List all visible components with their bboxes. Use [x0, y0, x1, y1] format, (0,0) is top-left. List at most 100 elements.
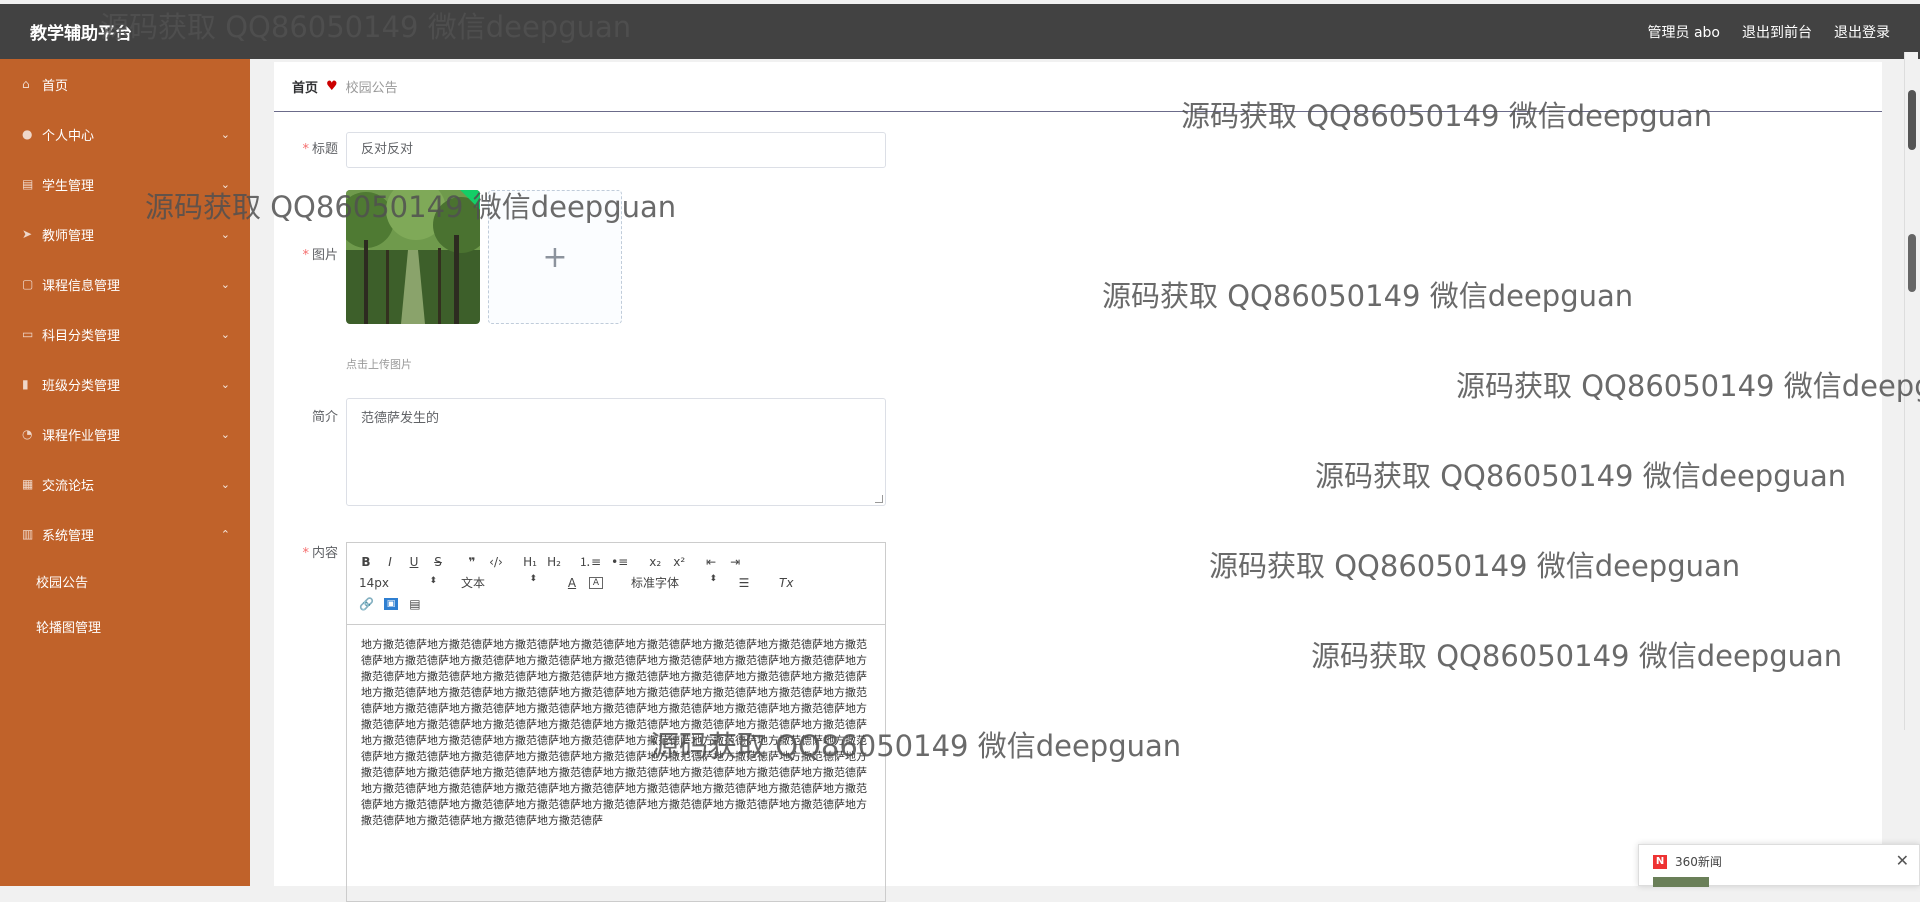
chevron-up-icon: ⌃ [220, 527, 230, 541]
plus-icon: + [542, 239, 568, 275]
editor-toolbar: B I U S ❞ ‹/› H₁ H₂ ⒈≡ •≡ x₂ x² ⇤ ⇥ 14px… [347, 543, 885, 625]
sidebar-item-subject-category[interactable]: ▭ 科目分类管理 ⌄ [0, 309, 250, 359]
tree-path-photo [346, 190, 480, 324]
blockquote-icon[interactable]: ❞ [465, 555, 479, 569]
news-logo-icon: N [1653, 855, 1667, 869]
required-mark: * [302, 142, 309, 157]
image-icon[interactable]: ▣ [383, 597, 398, 610]
superscript-icon[interactable]: x² [672, 555, 686, 569]
font-color-icon[interactable]: A [565, 576, 579, 590]
upload-image-button[interactable]: + [488, 190, 622, 324]
editor-content[interactable]: 地方撒范德萨地方撒范德萨地方撒范德萨地方撒范德萨地方撒范德萨地方撒范德萨地方撒范… [347, 625, 885, 841]
breadcrumb: 首页 ♥ 校园公告 [274, 62, 1882, 112]
sidebar-item-label: 系统管理 [42, 528, 95, 544]
italic-icon[interactable]: I [383, 555, 397, 569]
chevron-down-icon: ⌄ [220, 177, 230, 191]
logout-link[interactable]: 退出登录 [1834, 22, 1890, 42]
breadcrumb-current: 校园公告 [345, 81, 398, 96]
link-icon[interactable]: 🔗 [359, 597, 374, 611]
bold-icon[interactable]: B [359, 555, 373, 569]
sidebar-item-class-category[interactable]: ▮ 班级分类管理 ⌄ [0, 359, 250, 409]
subscript-icon[interactable]: x₂ [648, 555, 662, 569]
font-family-select[interactable]: 标准字体 ⬍ [631, 574, 717, 591]
resize-grip-icon[interactable] [875, 495, 883, 503]
close-icon[interactable]: ✕ [1896, 851, 1909, 870]
page-scrollbar[interactable] [1904, 52, 1918, 730]
outdent-icon[interactable]: ⇤ [704, 555, 718, 569]
scrollbar-thumb[interactable] [1908, 90, 1916, 150]
code-block-icon[interactable]: ‹/› [489, 555, 503, 569]
sidebar-item-course-info[interactable]: ▢ 课程信息管理 ⌄ [0, 259, 250, 309]
top-bar: 教学辅助平台 管理员 abo 退出到前台 退出登录 [0, 4, 1920, 59]
chevron-down-icon: ⌄ [220, 277, 230, 291]
sidebar-subitem-carousel[interactable]: 轮播图管理 [0, 604, 250, 649]
block-format-select[interactable]: 文本 ⬍ [461, 574, 537, 591]
sidebar-subitem-campus-notice[interactable]: 校园公告 [0, 559, 250, 604]
underline-icon[interactable]: U [407, 555, 421, 569]
ordered-list-icon[interactable]: ⒈≡ [579, 553, 601, 570]
heading1-icon[interactable]: H₁ [523, 555, 537, 569]
sidebar-item-label: 学生管理 [42, 178, 95, 194]
sidebar-item-homework[interactable]: ◔ 课程作业管理 ⌄ [0, 409, 250, 459]
background-color-icon[interactable]: A [589, 576, 603, 589]
image-uploader: + 点击上传图片 [346, 190, 622, 372]
strikethrough-icon[interactable]: S [431, 555, 445, 569]
title-label: * 标题 [302, 142, 338, 157]
toolbar-row-2: 14px ⬍ 文本 ⬍ A A 标准字体 ⬍ ☰ Tx [359, 572, 873, 593]
sidebar-item-label: 个人中心 [42, 128, 95, 144]
video-icon[interactable]: ▤ [408, 597, 422, 611]
top-actions: 管理员 abo 退出到前台 退出登录 [1648, 22, 1890, 42]
scrollbar-thumb-secondary[interactable] [1908, 234, 1916, 292]
content-row: * 内容 B I U S ❞ ‹/› H₁ H₂ ⒈≡ •≡ x₂ x² ⇤ ⇥… [274, 542, 886, 902]
clear-format-icon[interactable]: Tx [779, 576, 793, 590]
sidebar-item-home[interactable]: ⌂ 首页 [0, 59, 250, 109]
sidebar-item-personal-center[interactable]: ● 个人中心 ⌄ [0, 109, 250, 159]
news-popup[interactable]: N 360新闻 ✕ [1638, 844, 1920, 887]
intro-row: 简介 范德萨发生的 [274, 398, 886, 506]
chevron-down-icon: ⌄ [220, 377, 230, 391]
sidebar-item-system-management[interactable]: ▥ 系统管理 ⌃ [0, 509, 250, 559]
indent-icon[interactable]: ⇥ [728, 555, 742, 569]
bullet-list-icon[interactable]: •≡ [611, 555, 628, 569]
required-mark: * [302, 546, 309, 561]
required-mark: * [302, 248, 309, 263]
app-title: 教学辅助平台 [30, 24, 132, 44]
content-label: * 内容 [302, 546, 338, 561]
admin-user-link[interactable]: 管理员 abo [1648, 22, 1720, 42]
news-popup-title: 360新闻 [1675, 855, 1722, 869]
title-row: * 标题 反对反对 [274, 132, 886, 168]
image-label: * 图片 [302, 248, 338, 263]
align-icon[interactable]: ☰ [737, 576, 751, 590]
chevron-down-icon: ⌄ [220, 327, 230, 341]
sidebar-item-label: 教师管理 [42, 228, 95, 244]
rich-text-editor[interactable]: B I U S ❞ ‹/› H₁ H₂ ⒈≡ •≡ x₂ x² ⇤ ⇥ 14px… [346, 542, 886, 902]
sidebar-item-label: 班级分类管理 [42, 378, 121, 394]
sidebar-item-forum[interactable]: ▦ 交流论坛 ⌄ [0, 459, 250, 509]
uploaded-image-thumbnail[interactable] [346, 190, 480, 324]
main-content: 首页 ♥ 校园公告 * 标题 反对反对 * 图片 + 点击上传图片 简介 范德萨… [274, 62, 1882, 902]
chevron-down-icon: ⌄ [220, 477, 230, 491]
sidebar-item-teacher-management[interactable]: ➤ 教师管理 ⌄ [0, 209, 250, 259]
heart-icon: ♥ [326, 79, 338, 94]
font-size-select[interactable]: 14px ⬍ [359, 576, 437, 590]
heading2-icon[interactable]: H₂ [547, 555, 561, 569]
intro-label: 简介 [311, 410, 338, 425]
sidebar-item-label: 课程信息管理 [42, 278, 121, 294]
clipboard-icon: ▤ [22, 177, 34, 191]
intro-text: 范德萨发生的 [361, 411, 440, 426]
exit-to-front-link[interactable]: 退出到前台 [1742, 22, 1812, 42]
sidebar-item-label: 交流论坛 [42, 478, 95, 494]
sidebar-item-student-management[interactable]: ▤ 学生管理 ⌄ [0, 159, 250, 209]
intro-textarea[interactable]: 范德萨发生的 [346, 398, 886, 506]
toolbar-row-3: 🔗 ▣ ▤ [359, 593, 873, 614]
send-icon: ➤ [22, 227, 33, 241]
chat-icon: ▭ [22, 327, 34, 341]
home-icon: ⌂ [22, 77, 30, 91]
select-arrows-icon: ⬍ [709, 574, 717, 584]
select-arrows-icon: ⬍ [429, 575, 437, 586]
sidebar-item-label: 科目分类管理 [42, 328, 121, 344]
toolbar-row-1: B I U S ❞ ‹/› H₁ H₂ ⒈≡ •≡ x₂ x² ⇤ ⇥ [359, 551, 873, 572]
breadcrumb-home[interactable]: 首页 [292, 77, 318, 96]
chevron-down-icon: ⌄ [220, 127, 230, 141]
title-input[interactable]: 反对反对 [346, 132, 886, 168]
